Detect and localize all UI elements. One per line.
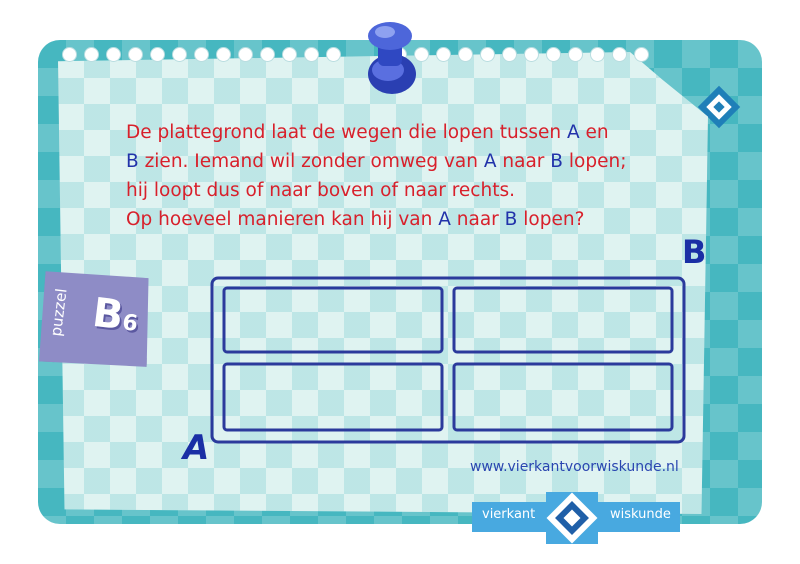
- road-block: [222, 362, 444, 432]
- puzzle-tag-word: puzzel: [46, 287, 71, 338]
- point-b-label: B: [682, 233, 707, 271]
- vierkant-logo-icon: [546, 492, 598, 544]
- question-line4-end: lopen?: [517, 209, 585, 230]
- question-line4-mid: naar: [450, 209, 505, 230]
- question-point-a: A: [567, 122, 580, 143]
- question-line1-end: en: [579, 122, 609, 143]
- question-line1-text: De plattegrond laat de wegen die lopen t…: [126, 122, 568, 143]
- brand-left-text: vierkant: [482, 507, 536, 522]
- question-point-b: B: [504, 209, 518, 230]
- question-point-b: B: [126, 151, 139, 172]
- point-a-label: A: [183, 428, 210, 468]
- question-line2-end: lopen;: [563, 151, 627, 172]
- question-text: De plattegrond laat de wegen die lopen t…: [126, 118, 686, 234]
- road-block: [222, 286, 444, 354]
- puzzle-tag-code: B6: [90, 290, 141, 341]
- road-block: [452, 362, 674, 432]
- question-point-a: A: [483, 151, 497, 172]
- brand-right-text: wiskunde: [610, 507, 671, 522]
- pushpin-icon: [368, 22, 416, 94]
- puzzle-tag: puzzel B6: [35, 266, 158, 375]
- road-grid: [210, 276, 686, 444]
- question-line3-text: hij loopt dus of naar boven of naar rech…: [126, 180, 515, 201]
- brand-logo: vierkant wiskunde: [472, 488, 680, 548]
- website-url[interactable]: www.vierkantvoorwiskunde.nl: [470, 459, 679, 475]
- question-line2-text: zien. Iemand wil zonder omweg van: [138, 151, 484, 172]
- question-point-b: B: [550, 151, 563, 172]
- puzzle-tag-number: 6: [120, 310, 140, 338]
- question-point-a: A: [438, 209, 451, 230]
- road-block: [452, 286, 674, 354]
- question-line2-mid: naar: [496, 151, 551, 172]
- question-line4-text: Op hoeveel manieren kan hij van: [126, 209, 439, 230]
- road-grid-outline: [210, 276, 686, 444]
